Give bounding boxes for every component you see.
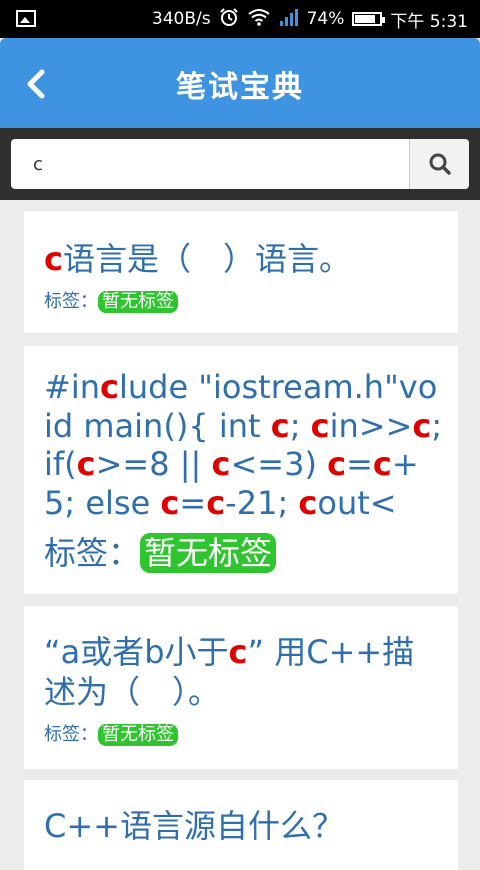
question-text: “a或者b小于c” 用C++描述为（ ）。 xyxy=(44,632,446,712)
tag-label: 标签： xyxy=(44,291,98,312)
question-text: C++语言源自什么？ xyxy=(44,806,446,846)
search-box xyxy=(11,139,469,189)
highlight-match: c xyxy=(372,445,392,483)
signal-icon xyxy=(279,8,299,31)
question-fragment: in>> xyxy=(329,406,413,445)
image-notification-icon xyxy=(16,10,36,27)
tag-badge: 暂无标签 xyxy=(98,291,178,313)
question-fragment: C++语言源自什么？ xyxy=(44,807,344,845)
status-bar: 340B/s 74% 下午 5:31 xyxy=(0,0,480,38)
question-fragment: = xyxy=(346,445,373,483)
highlight-match: c xyxy=(44,240,63,278)
tag-line: 标签： 暂无标签 xyxy=(44,287,178,313)
list-item[interactable]: #include "iostream.h"void main(){ int c;… xyxy=(24,346,458,594)
clock: 下午 5:31 xyxy=(390,11,468,32)
question-fragment: 语言是（ ）语言。 xyxy=(62,240,351,278)
search-button[interactable] xyxy=(409,139,469,189)
question-fragment: -21; xyxy=(225,483,299,522)
status-icons: 340B/s 74% 下午 5:31 xyxy=(152,0,468,38)
highlight-match: c xyxy=(99,368,119,406)
question-text: c语言是（ ）语言。 xyxy=(44,239,446,279)
question-fragment: = xyxy=(179,483,207,522)
question-fragment: ; xyxy=(289,406,311,445)
highlight-match: c xyxy=(298,483,318,522)
chevron-left-icon xyxy=(27,69,45,99)
tag-badge: 暂无标签 xyxy=(98,724,178,746)
highlight-match: c xyxy=(270,406,290,445)
list-item[interactable]: c语言是（ ）语言。 标签： 暂无标签 xyxy=(24,211,458,333)
alarm-icon xyxy=(219,7,239,32)
question-fragment: #in xyxy=(44,368,100,406)
tag-label: 标签： xyxy=(44,534,141,572)
highlight-match: c xyxy=(206,483,226,522)
search-icon xyxy=(429,153,451,175)
question-fragment: >=8 || xyxy=(95,445,212,483)
search-bar xyxy=(0,128,480,200)
highlight-match: c xyxy=(327,445,347,483)
tag-line: 标签： 暂无标签 xyxy=(44,528,277,574)
app-header: 笔试宝典 xyxy=(0,38,480,128)
tag-badge: 暂无标签 xyxy=(140,533,277,573)
wifi-icon xyxy=(247,8,271,31)
question-text: #include "iostream.h"void main(){ int c;… xyxy=(44,368,446,522)
battery-icon xyxy=(352,12,386,26)
highlight-match: c xyxy=(76,445,96,483)
battery-percent: 74% xyxy=(306,9,345,29)
tag-label: 标签： xyxy=(44,724,98,745)
network-speed: 340B/s xyxy=(151,9,211,29)
question-fragment: “a或者b小于 xyxy=(44,633,229,671)
page-title: 笔试宝典 xyxy=(176,70,304,105)
highlight-match: c xyxy=(211,445,231,483)
list-item[interactable]: “a或者b小于c” 用C++描述为（ ）。 标签： 暂无标签 xyxy=(24,606,458,769)
tag-line: 标签： 暂无标签 xyxy=(44,720,178,746)
highlight-match: c xyxy=(412,406,432,445)
search-input[interactable] xyxy=(13,141,417,187)
back-button[interactable] xyxy=(16,62,56,106)
question-fragment: out< xyxy=(317,483,397,522)
list-item[interactable]: C++语言源自什么？ xyxy=(24,780,458,870)
highlight-match: c xyxy=(160,483,180,522)
highlight-match: c xyxy=(310,406,330,445)
highlight-match: c xyxy=(228,633,248,671)
question-fragment: <=3) xyxy=(230,445,328,483)
